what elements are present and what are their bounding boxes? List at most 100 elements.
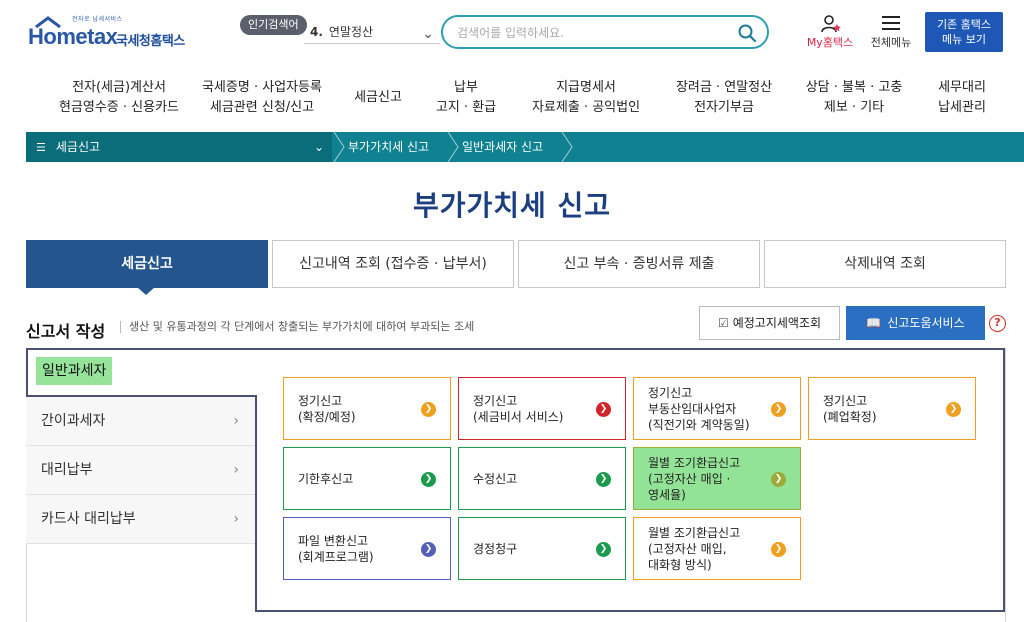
card-label: 경정청구 [473,541,518,556]
side-item-label: 카드사 대리납부 [41,511,136,527]
all-menu-label: 전체메뉴 [870,36,912,49]
side-item-proxy-payment[interactable]: 대리납부 › [26,446,255,495]
card-monthly-early-refund-interactive[interactable]: 월별 조기환급신고 (고정자산 매입, 대화형 방식) ❯ [633,517,801,580]
popular-term: 연말정산 [328,25,374,39]
breadcrumb-level1[interactable]: 부가가치세 신고 [348,132,429,162]
arrow-right-icon: ❯ [771,472,786,487]
logo-tagline: 전자로 납세서비스 [72,16,123,23]
all-menu-button[interactable]: 전체메뉴 [866,14,916,54]
breadcrumb-level2[interactable]: 일반과세자 신고 [462,132,543,162]
gnb-label-line2: 세금관련 신청/신고 [209,100,315,115]
gnb-label-line1: 납부 [454,80,478,95]
gnb-item-payment[interactable]: 납부 고지 · 환급 [426,78,506,118]
gnb-label-line1: 지급명세서 [556,80,616,95]
card-amended-return[interactable]: 수정신고 ❯ [458,447,626,510]
card-monthly-early-refund[interactable]: 월별 조기환급신고 (고정자산 매입 · 영세율) ❯ [633,447,801,510]
legacy-menu-line1: 기존 홈택스 [936,18,992,31]
card-label: 정기신고 (확정/예정) [298,393,356,424]
gnb-label-line1: 세금신고 [354,90,402,105]
logo-korean: 국세청홈택스 [116,34,185,49]
card-regular-return-secretary[interactable]: 정기신고 (세금비서 서비스) ❯ [458,377,626,440]
chevron-down-icon: ⌄ [313,140,324,154]
tab-tax-return[interactable]: 세금신고 [26,240,268,288]
card-label: 수정신고 [473,471,518,486]
card-correction-claim[interactable]: 경정청구 ❯ [458,517,626,580]
hometax-logo[interactable]: 전자로 납세서비스 Hometax 국세청홈택스 [28,14,208,50]
card-label: 파일 변환신고 (회계프로그램) [298,533,374,564]
gnb-item-incentive[interactable]: 장려금 · 연말정산 전자기부금 [668,78,780,118]
active-tab-pointer [137,287,155,295]
breadcrumb-separator-icon [333,132,345,162]
checkbox-doc-icon: ☑ [717,316,729,330]
page-title: 부가가치세 신고 [412,189,612,222]
gnb-label-line1: 장려금 · 연말정산 [675,80,773,95]
tab-deleted-history[interactable]: 삭제내역 조회 [764,240,1006,288]
card-label: 정기신고 부동산임대사업자 (직전기와 계약동일) [648,385,750,432]
gnb-item-tax-return[interactable]: 세금신고 [344,88,412,108]
legacy-menu-button[interactable]: 기존 홈택스 메뉴 보기 [925,12,1003,52]
gnb-label-line1: 전자(세금)계산서 [72,80,166,95]
help-question-icon[interactable]: ? [989,315,1006,332]
side-list: 간이과세자 › 대리납부 › 카드사 대리납부 › [26,397,255,544]
card-regular-return-real-estate[interactable]: 정기신고 부동산임대사업자 (직전기와 계약동일) ❯ [633,377,801,440]
arrow-right-icon: ❯ [596,402,611,417]
filing-help-label: 신고도움서비스 [887,316,965,330]
breadcrumb-menu-label: 세금신고 [55,140,101,154]
panel-top-border [255,348,1005,350]
chevron-right-icon: › [233,462,239,478]
card-file-conversion[interactable]: 파일 변환신고 (회계프로그램) ❯ [283,517,451,580]
gnb-label-line1: 국세증명 · 사업자등록 [201,80,323,95]
card-late-return[interactable]: 기한후신고 ❯ [283,447,451,510]
search-icon[interactable] [737,23,757,43]
my-hometax-button[interactable]: My홈택스 [802,14,858,54]
menu-lines-icon: ☰ [36,141,46,154]
card-regular-return-closure[interactable]: 정기신고 (폐업확정) ❯ [808,377,976,440]
prenotice-inquiry-button[interactable]: ☑ 예정고지세액조회 [699,306,840,340]
tab-attachments[interactable]: 신고 부속 · 증빙서류 제출 [518,240,760,288]
breadcrumb-menu-select[interactable]: ☰ 세금신고 ⌄ [26,132,332,162]
section-description: 생산 및 유통과정의 각 단계에서 창출되는 부가가치에 대하여 부과되는 조세 [120,321,474,333]
side-item-label: 대리납부 [41,462,93,478]
gnb-label-line2: 자료제출 · 공익법인 [531,100,641,115]
popular-keyword-badge: 인기검색어 [240,15,307,35]
book-icon: 📖 [866,316,882,330]
gnb-label-line2: 납세관리 [938,100,986,115]
chevron-right-icon: › [233,413,239,429]
hamburger-icon [882,16,900,30]
tab-return-history[interactable]: 신고내역 조회 (접수증 · 납부서) [272,240,514,288]
gnb-label-line2: 현금영수증 · 신용카드 [58,100,180,115]
gnb-item-certificate[interactable]: 국세증명 · 사업자등록 세금관련 신청/신고 [190,78,334,118]
legacy-menu-line2: 메뉴 보기 [942,33,986,46]
gnb-item-consulting[interactable]: 상담 · 불복 · 고충 제보 · 기타 [796,78,912,118]
my-hometax-label: My홈택스 [806,36,854,49]
arrow-right-icon: ❯ [596,542,611,557]
header: 전자로 납세서비스 Hometax 국세청홈택스 인기검색어 4. 연말정산 ⌄ … [0,0,1024,62]
side-item-card-proxy-payment[interactable]: 카드사 대리납부 › [26,495,255,544]
card-label: 기한후신고 [298,471,354,486]
arrow-right-icon: ❯ [946,402,961,417]
popular-keyword-select[interactable]: 4. 연말정산 ⌄ [304,20,440,44]
gnb-item-tax-agent[interactable]: 세무대리 납세관리 [926,78,998,118]
arrow-right-icon: ❯ [596,472,611,487]
card-label: 월별 조기환급신고 (고정자산 매입, 대화형 방식) [648,525,741,572]
breadcrumb: ☰ 세금신고 ⌄ 부가가치세 신고 일반과세자 신고 [26,132,1024,162]
arrow-right-icon: ❯ [421,542,436,557]
arrow-right-icon: ❯ [771,402,786,417]
chevron-down-icon: ⌄ [422,26,434,42]
gnb-label-line1: 상담 · 불복 · 고충 [805,80,903,95]
side-item-simplified-taxpayer[interactable]: 간이과세자 › [26,397,255,446]
gnb-item-payment-statement[interactable]: 지급명세서 자료제출 · 공익법인 [520,78,652,118]
card-label: 월별 조기환급신고 (고정자산 매입 · 영세율) [648,455,741,502]
card-regular-return[interactable]: 정기신고 (확정/예정) ❯ [283,377,451,440]
arrow-right-icon: ❯ [771,542,786,557]
breadcrumb-separator-icon [561,132,573,162]
search-input[interactable] [457,23,727,43]
logo-wordmark: Hometax [28,24,118,49]
gnb-label-line1: 세무대리 [938,80,986,95]
main-navigation: 전자(세금)계산서 현금영수증 · 신용카드 국세증명 · 사업자등록 세금관련… [0,70,1024,124]
filing-help-button[interactable]: 📖 신고도움서비스 [846,306,985,340]
section-title: 신고서 작성 [26,322,106,341]
gnb-item-einvoice[interactable]: 전자(세금)계산서 현금영수증 · 신용카드 [44,78,194,118]
user-star-icon [821,15,841,33]
side-item-label: 간이과세자 [41,413,106,429]
